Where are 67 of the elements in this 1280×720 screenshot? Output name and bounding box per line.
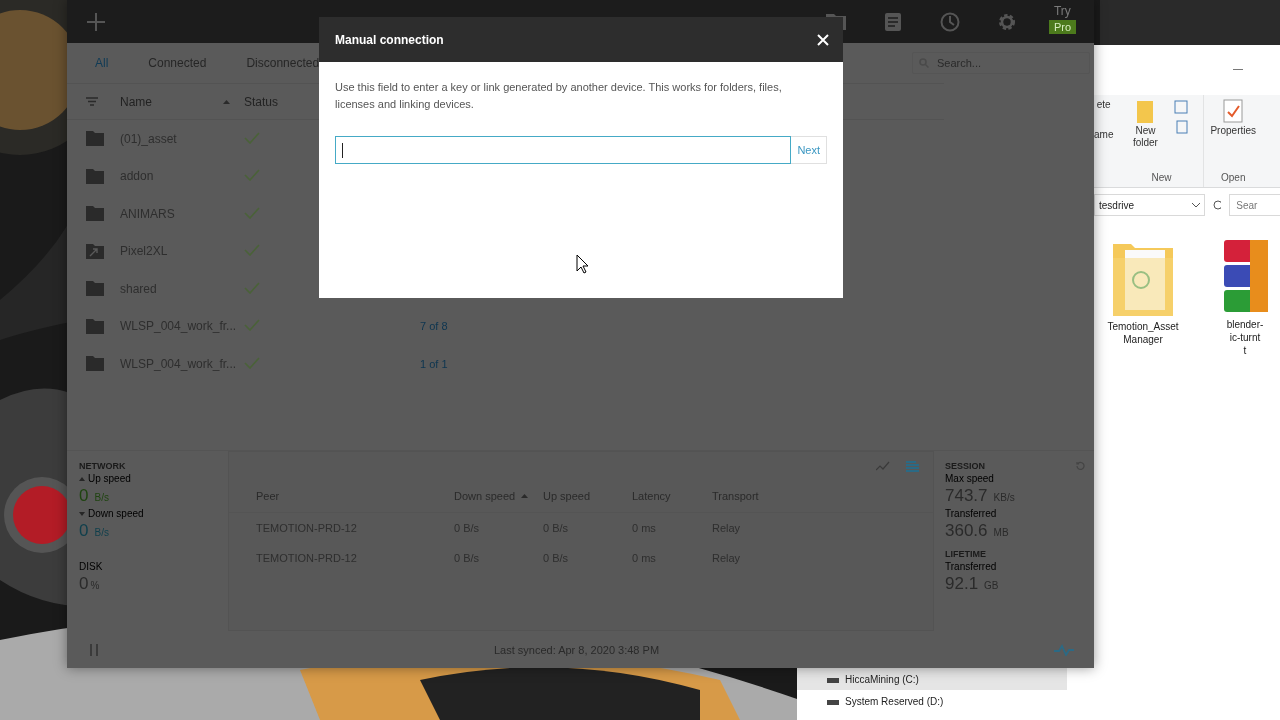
- folder-icon: [86, 318, 104, 334]
- speed-label: Down speed: [88, 508, 144, 519]
- cursor-icon: [576, 254, 590, 274]
- drive-item[interactable]: HiccaMining (C:): [797, 668, 1067, 690]
- pro-badge[interactable]: Pro: [1048, 19, 1076, 34]
- speed-value: 0: [79, 521, 89, 541]
- down-arrow-icon: [79, 511, 85, 516]
- speed-label: Up speed: [88, 473, 131, 484]
- disk-label: DISK: [79, 561, 104, 572]
- folder-icon: [86, 131, 104, 147]
- drive-icon: [827, 697, 839, 705]
- shortcut-icon: [86, 243, 104, 259]
- folder-icon: [86, 281, 104, 297]
- new-folder-button[interactable]: New folder: [1125, 125, 1166, 149]
- pause-icon[interactable]: [89, 643, 99, 656]
- column-header[interactable]: Name: [120, 94, 244, 109]
- try-label[interactable]: Try: [1054, 3, 1071, 18]
- address-bar[interactable]: tesdrive: [1094, 194, 1206, 216]
- minimize-icon[interactable]: [1233, 69, 1243, 71]
- checkmark-icon: [244, 244, 260, 257]
- folder-icon: [86, 168, 104, 184]
- checkmark-icon: [244, 131, 260, 144]
- speed-value: 0: [79, 486, 89, 506]
- checkmark-icon: [244, 281, 260, 294]
- peer-count-link[interactable]: 7 of 8: [420, 320, 1094, 333]
- peer-count-link[interactable]: 1 of 1: [420, 357, 1094, 370]
- stat-label: Transferred: [945, 561, 998, 572]
- properties-icon: [1223, 99, 1244, 123]
- add-icon[interactable]: [87, 12, 105, 31]
- checkmark-icon: [244, 206, 260, 219]
- unit-label: %: [90, 580, 100, 591]
- up-arrow-icon: [79, 476, 85, 481]
- filter-tab[interactable]: All: [75, 43, 129, 83]
- ribbon-group-label: New: [1151, 172, 1172, 185]
- checkmark-icon: [244, 356, 260, 369]
- drive-icon: [827, 675, 839, 683]
- sort-caret-icon: [521, 494, 529, 498]
- refresh-icon[interactable]: [1213, 200, 1222, 210]
- properties-button[interactable]: Properties: [1210, 125, 1257, 137]
- dialog-title: Manual connection: [335, 32, 444, 47]
- drive-item[interactable]: System Reserved (D:): [797, 690, 1067, 712]
- dialog-text: Use this field to enter a key or link generated by another device. This works for folders, files, licenses and linking devices.: [335, 80, 783, 112]
- panel-title: LIFETIME: [945, 549, 987, 559]
- panel-title: SESSION: [945, 461, 985, 471]
- panel-title: NETWORK: [79, 461, 127, 471]
- ribbon-label[interactable]: ete: [1094, 99, 1114, 111]
- unit-label: B/s: [94, 492, 109, 503]
- folder-icon: [86, 206, 104, 222]
- file-label[interactable]: blender- ic-turnt t: [1226, 318, 1264, 357]
- checkmark-icon: [244, 319, 260, 332]
- graph-icon[interactable]: [876, 461, 890, 471]
- unit-label: B/s: [94, 527, 109, 538]
- next-button[interactable]: Next: [791, 136, 827, 164]
- file-label[interactable]: Temotion_Asset Manager: [1107, 320, 1179, 346]
- checkmark-icon: [244, 169, 260, 182]
- ribbon-label[interactable]: ame: [1094, 129, 1114, 141]
- ribbon-group-label: Open: [1221, 172, 1246, 185]
- stat-label: Max speed: [945, 473, 995, 484]
- sort-caret-icon: [223, 99, 230, 104]
- folder-icon: [1135, 99, 1156, 123]
- key-input-field[interactable]: [335, 136, 792, 164]
- folder-icon: [86, 356, 104, 372]
- close-button[interactable]: [815, 31, 831, 48]
- filter-icon[interactable]: [86, 97, 98, 106]
- stat-label: Transferred: [945, 508, 998, 519]
- archive-icon: [1222, 238, 1268, 314]
- search-field[interactable]: Sear: [1229, 194, 1280, 216]
